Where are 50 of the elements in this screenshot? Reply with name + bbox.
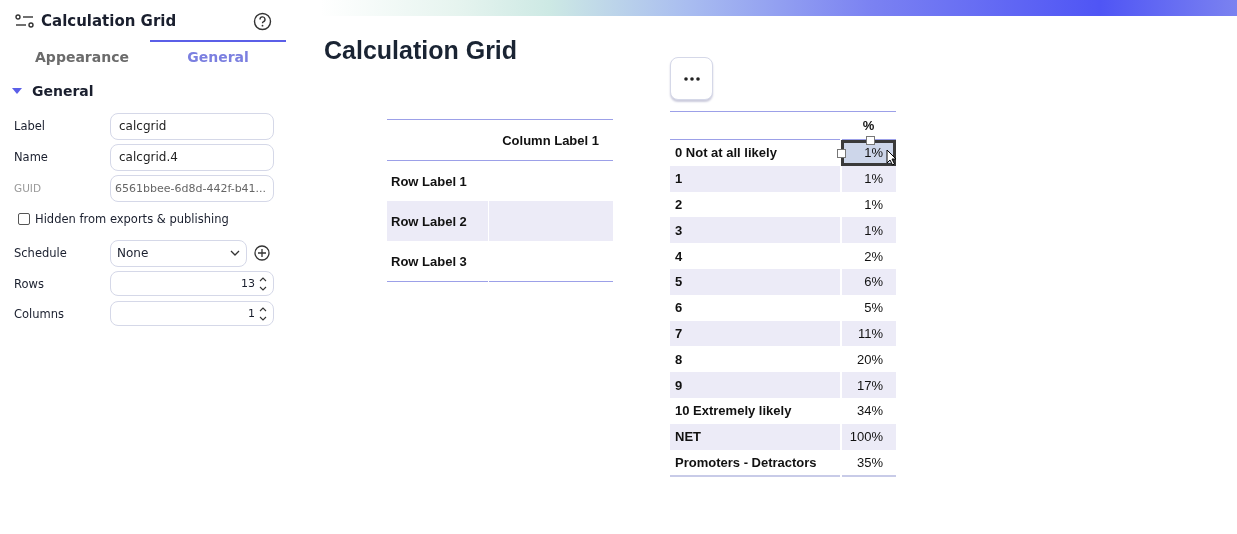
section-title: General — [32, 83, 94, 99]
page-title: Calculation Grid — [324, 36, 519, 65]
checkbox[interactable] — [18, 213, 30, 225]
more-icon — [683, 76, 700, 81]
sliders-icon — [15, 13, 35, 29]
row-label: 5 — [670, 269, 841, 295]
field-label: Rows — [13, 276, 45, 291]
row-label: 2 — [670, 191, 841, 218]
resize-handle[interactable] — [866, 136, 875, 145]
table-cell[interactable]: 100% — [841, 423, 896, 450]
row-label: 4 — [670, 243, 841, 269]
field-label: Columns — [13, 306, 66, 321]
number-field[interactable]: 1 — [110, 301, 274, 326]
table-cell[interactable]: 17% — [841, 372, 896, 398]
row-label: Promoters - Detractors — [670, 449, 841, 477]
checkbox-label: Hidden from exports & publishing — [35, 212, 229, 226]
help-icon[interactable] — [253, 11, 272, 31]
table-cell[interactable]: 1% — [841, 165, 896, 192]
table-cell[interactable]: 1% — [841, 217, 896, 244]
column-header: Column Label 1 — [488, 119, 613, 161]
row-label: 0 Not at all likely — [670, 139, 841, 166]
field-label: GUID — [13, 182, 42, 194]
row-label: Row Label 1 — [387, 160, 489, 201]
row-label: NET — [670, 423, 841, 450]
row-label: 10 Extremely likely — [670, 397, 841, 424]
row-label: 9 — [670, 372, 841, 398]
row-label: Row Label 3 — [387, 241, 489, 282]
table-cell[interactable]: 35% — [841, 449, 896, 477]
tab[interactable]: General — [150, 40, 286, 69]
stepper-icon[interactable] — [259, 305, 267, 322]
caret-icon[interactable] — [12, 87, 22, 95]
table-cell[interactable]: 6% — [841, 269, 896, 295]
schedule-dropdown[interactable]: None — [110, 239, 247, 267]
number-field[interactable]: 13 — [110, 271, 274, 296]
row-label: 6 — [670, 294, 841, 321]
text-field[interactable]: calcgrid — [110, 112, 274, 140]
add-icon[interactable] — [254, 245, 270, 261]
chevron-down-icon — [230, 250, 240, 256]
tab[interactable]: Appearance — [14, 40, 150, 69]
field-label: Name — [13, 150, 49, 164]
row-label: 8 — [670, 346, 841, 373]
row-label: 7 — [670, 320, 841, 347]
stepper-icon[interactable] — [259, 275, 267, 292]
field-label: Schedule — [13, 246, 68, 260]
field-label: Label — [13, 119, 47, 133]
table-cell[interactable]: 11% — [841, 320, 896, 347]
resize-handle[interactable] — [837, 149, 846, 158]
cursor-icon — [886, 149, 898, 166]
text-field[interactable]: calcgrid.4 — [110, 143, 274, 171]
panel-title: Calculation Grid — [41, 12, 178, 30]
